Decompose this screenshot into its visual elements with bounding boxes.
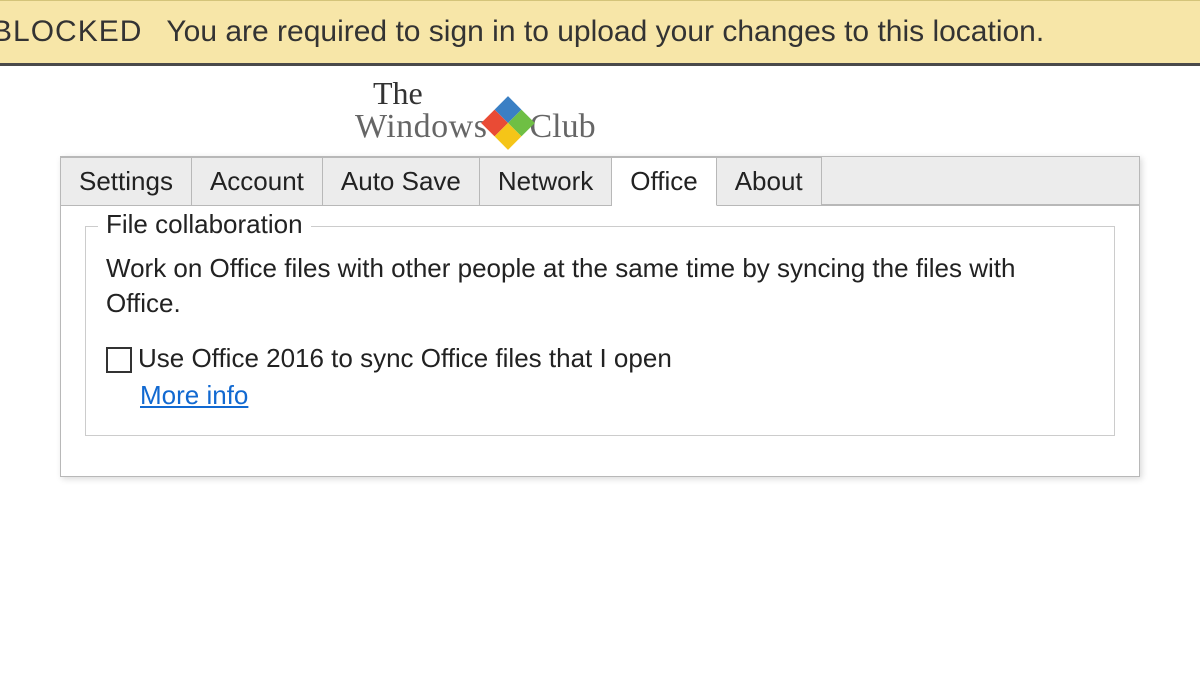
sync-office-checkbox[interactable] [106,347,132,373]
notification-title: D BLOCKED [0,15,142,49]
fieldset-legend: File collaboration [98,209,311,240]
tab-auto-save[interactable]: Auto Save [323,157,480,205]
watermark-windows-text: Windows [355,108,487,146]
settings-dialog: Settings Account Auto Save Network Offic… [60,156,1140,477]
tab-network[interactable]: Network [480,157,612,205]
tab-about[interactable]: About [717,157,822,205]
sync-office-checkbox-label: Use Office 2016 to sync Office files tha… [138,343,672,374]
upload-blocked-notification: D BLOCKED You are required to sign in to… [0,0,1200,66]
tab-settings[interactable]: Settings [61,157,192,205]
notification-message: You are required to sign in to upload yo… [166,15,1044,49]
sync-checkbox-row: Use Office 2016 to sync Office files tha… [106,343,1094,374]
watermark-club-text: Club [529,108,595,146]
fieldset-description: Work on Office files with other people a… [106,251,1094,321]
watermark-line1: The [373,75,596,112]
more-info-link[interactable]: More info [140,380,248,411]
file-collaboration-fieldset: File collaboration Work on Office files … [85,226,1115,436]
tab-office[interactable]: Office [612,157,716,206]
tab-account[interactable]: Account [192,157,323,205]
watermark-logo: The Windows Club [355,75,596,146]
tabs-row: Settings Account Auto Save Network Offic… [61,157,1139,206]
tab-content-office: File collaboration Work on Office files … [61,206,1139,476]
